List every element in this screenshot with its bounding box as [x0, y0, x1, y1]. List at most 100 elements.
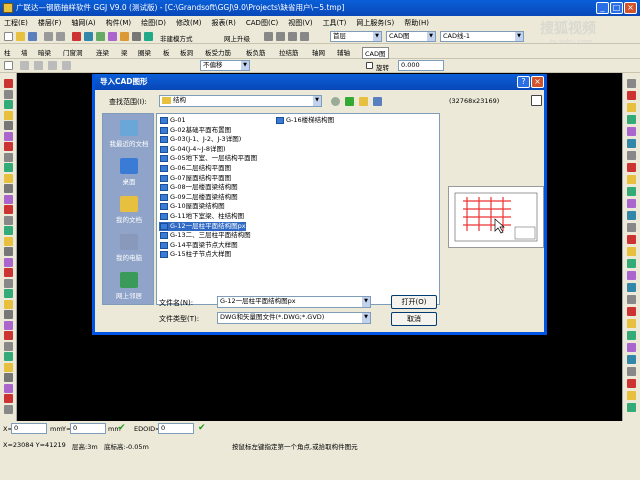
report-icon[interactable]	[84, 32, 93, 41]
new-folder-icon[interactable]	[359, 97, 368, 106]
tool-icon[interactable]	[4, 194, 13, 204]
menu-item[interactable]: 工具(T)	[323, 18, 347, 28]
file-item[interactable]: G-02基础平面布置图	[159, 126, 231, 135]
file-item[interactable]: G-12一层柱平面结构图px	[159, 221, 246, 231]
tool-icon[interactable]	[4, 163, 13, 172]
file-list[interactable]: G-01 G-02基础平面布置图 G-03(J-1、J-2、J-3详图) G-04(J…	[156, 113, 440, 305]
place-recent-docs[interactable]: 我最近的文档	[103, 120, 155, 148]
undo-icon[interactable]	[44, 32, 53, 41]
arc-icon[interactable]	[34, 61, 43, 70]
tool-icon[interactable]	[4, 268, 13, 277]
menu-item[interactable]: CAD图(C)	[246, 18, 278, 28]
calculate-icon[interactable]	[72, 32, 81, 41]
tool-icon[interactable]	[627, 283, 636, 292]
component-tab[interactable]: 板受力筋	[205, 47, 231, 57]
tool-icon[interactable]	[627, 271, 636, 280]
tool-icon[interactable]	[4, 131, 13, 141]
tool-icon[interactable]	[4, 247, 13, 256]
tool-icon[interactable]	[4, 320, 13, 330]
menu-item[interactable]: 轴网(A)	[71, 18, 95, 28]
tool-icon[interactable]	[4, 110, 13, 120]
view-icon[interactable]	[96, 32, 105, 41]
component-tab[interactable]: 圈梁	[138, 47, 151, 57]
tool-icon[interactable]	[627, 151, 636, 160]
menu-item[interactable]: 工程(E)	[4, 18, 28, 28]
minimize-button[interactable]: _	[596, 2, 609, 14]
export-icon[interactable]	[276, 32, 285, 41]
filetype-select[interactable]: DWG和矢量图文件(*.DWG;*.GVD) ▼	[217, 312, 371, 324]
tool-icon[interactable]	[627, 355, 636, 364]
tool-icon[interactable]	[627, 367, 636, 376]
place-my-documents[interactable]: 我的文档	[103, 196, 155, 224]
tool-icon[interactable]	[108, 32, 117, 41]
file-item[interactable]: G-16楼梯结构图	[275, 116, 334, 125]
tool-icon[interactable]	[627, 223, 636, 232]
file-item[interactable]: G-11地下室梁、柱结构图	[159, 212, 244, 221]
tool-icon[interactable]	[4, 205, 13, 214]
tool-icon[interactable]	[627, 247, 636, 256]
tool-icon[interactable]	[627, 91, 636, 100]
tool-icon[interactable]	[4, 404, 13, 414]
file-item[interactable]: G-07屋面结构平面图	[159, 174, 231, 183]
tool-icon[interactable]	[4, 373, 13, 382]
back-icon[interactable]	[331, 97, 340, 106]
file-item[interactable]: G-15柱子节点大样图	[159, 250, 231, 259]
tool-icon[interactable]	[627, 127, 636, 136]
cad-layer-select[interactable]: CAD图 ▼	[386, 31, 436, 42]
open-button[interactable]: 打开(O)	[391, 295, 437, 309]
component-tab[interactable]: 辅轴	[337, 47, 350, 57]
view-menu-icon[interactable]	[373, 97, 382, 106]
tool-icon[interactable]	[4, 184, 13, 193]
file-item[interactable]: G-09二层楼面梁结构图	[159, 193, 238, 202]
component-tab[interactable]: CAD图	[362, 47, 389, 59]
file-item[interactable]: G-08一层楼面梁结构图	[159, 183, 238, 192]
non-modeling-button[interactable]: 非建模方式	[160, 33, 193, 43]
options-icon[interactable]	[120, 32, 129, 41]
line-icon[interactable]	[20, 61, 29, 70]
tool-icon[interactable]	[627, 103, 636, 112]
tool-icon[interactable]	[627, 319, 636, 328]
point-icon[interactable]	[62, 61, 71, 70]
tool-icon[interactable]	[627, 259, 636, 268]
help-button[interactable]: ?	[517, 76, 530, 88]
component-tab[interactable]: 墙	[21, 47, 28, 57]
zoom-icon[interactable]	[288, 32, 297, 41]
tool-icon[interactable]	[4, 299, 13, 309]
confirm-check-icon[interactable]: ✔	[118, 423, 126, 433]
menu-item[interactable]: 构件(M)	[106, 18, 132, 28]
online-upgrade-button[interactable]: 网上升级	[224, 33, 250, 43]
tool-icon[interactable]	[4, 152, 13, 162]
tool-icon[interactable]	[4, 341, 13, 351]
file-item[interactable]: G-05地下室、一层结构平面图	[159, 154, 257, 163]
tool-icon[interactable]	[4, 383, 13, 393]
menu-item[interactable]: 修改(M)	[176, 18, 202, 28]
tool-icon[interactable]	[627, 235, 636, 244]
edoid-input[interactable]: 0	[158, 423, 194, 434]
component-tab[interactable]: 板	[163, 47, 170, 57]
save-icon[interactable]	[28, 32, 37, 41]
place-network-places[interactable]: 网上邻居	[103, 272, 155, 300]
tool-icon[interactable]	[4, 173, 13, 183]
tool-icon[interactable]	[4, 236, 13, 246]
tool-icon[interactable]	[4, 257, 13, 267]
tool-icon[interactable]	[4, 89, 13, 99]
component-tab[interactable]: 连梁	[96, 47, 109, 57]
tool-icon[interactable]	[4, 100, 13, 109]
select-icon[interactable]	[4, 61, 13, 70]
tool-icon[interactable]	[4, 352, 13, 361]
tool-icon[interactable]	[627, 343, 636, 352]
file-item[interactable]: G-10屋面梁结构图	[159, 202, 225, 211]
component-tab[interactable]: 板洞	[180, 47, 193, 57]
tool-icon[interactable]	[4, 121, 13, 130]
tool-icon[interactable]	[627, 391, 636, 400]
tool-icon[interactable]	[627, 379, 636, 388]
tool-icon[interactable]	[627, 139, 636, 148]
maximize-button[interactable]: □	[610, 2, 623, 14]
close-button[interactable]: ×	[624, 2, 637, 14]
rotate-input[interactable]: 0.000	[398, 60, 444, 71]
tool-icon[interactable]	[627, 187, 636, 196]
tool-icon[interactable]	[627, 163, 636, 172]
open-file-icon[interactable]	[16, 32, 25, 41]
component-tab[interactable]: 柱	[4, 47, 11, 57]
component-tab[interactable]: 暗梁	[38, 47, 51, 57]
